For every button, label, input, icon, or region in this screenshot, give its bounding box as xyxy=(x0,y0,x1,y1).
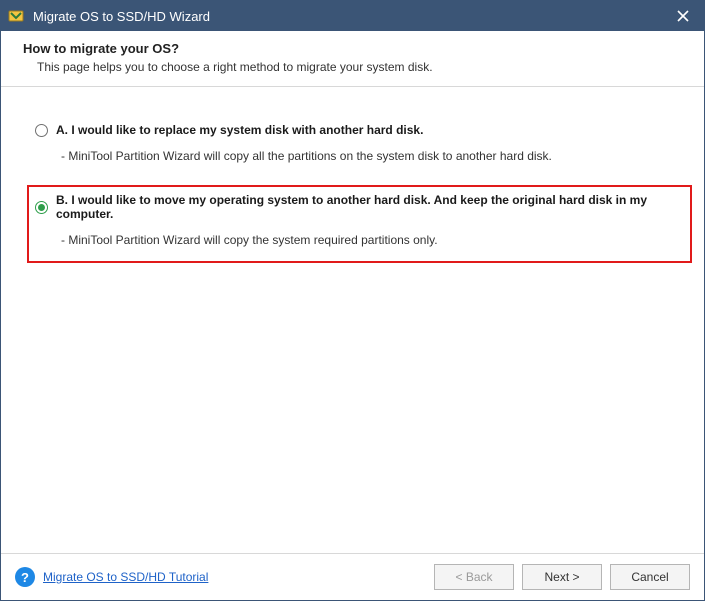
app-icon xyxy=(7,7,25,25)
option-b-block: B. I would like to move my operating sys… xyxy=(27,185,692,263)
titlebar: Migrate OS to SSD/HD Wizard xyxy=(1,1,704,31)
option-b-desc: - MiniTool Partition Wizard will copy th… xyxy=(61,233,682,247)
wizard-footer: ? Migrate OS to SSD/HD Tutorial < Back N… xyxy=(1,553,704,600)
next-button[interactable]: Next > xyxy=(522,564,602,590)
wizard-window: Migrate OS to SSD/HD Wizard How to migra… xyxy=(0,0,705,601)
cancel-button[interactable]: Cancel xyxy=(610,564,690,590)
option-a-block: A. I would like to replace my system dis… xyxy=(27,115,692,179)
option-b-label: B. I would like to move my operating sys… xyxy=(56,193,682,221)
back-button: < Back xyxy=(434,564,514,590)
radio-icon xyxy=(35,124,48,137)
option-a-label: A. I would like to replace my system dis… xyxy=(56,123,423,137)
tutorial-link[interactable]: Migrate OS to SSD/HD Tutorial xyxy=(43,570,208,584)
option-a-desc: - MiniTool Partition Wizard will copy al… xyxy=(61,149,682,163)
window-title: Migrate OS to SSD/HD Wizard xyxy=(33,9,668,24)
close-icon[interactable] xyxy=(668,1,698,31)
help-icon[interactable]: ? xyxy=(15,567,35,587)
option-b-radio-row[interactable]: B. I would like to move my operating sys… xyxy=(35,193,682,221)
page-heading: How to migrate your OS? xyxy=(23,41,682,56)
radio-icon xyxy=(35,201,48,214)
option-a-radio-row[interactable]: A. I would like to replace my system dis… xyxy=(35,123,682,137)
page-subheading: This page helps you to choose a right me… xyxy=(37,60,682,74)
wizard-header: How to migrate your OS? This page helps … xyxy=(1,31,704,87)
wizard-content: A. I would like to replace my system dis… xyxy=(1,87,704,553)
